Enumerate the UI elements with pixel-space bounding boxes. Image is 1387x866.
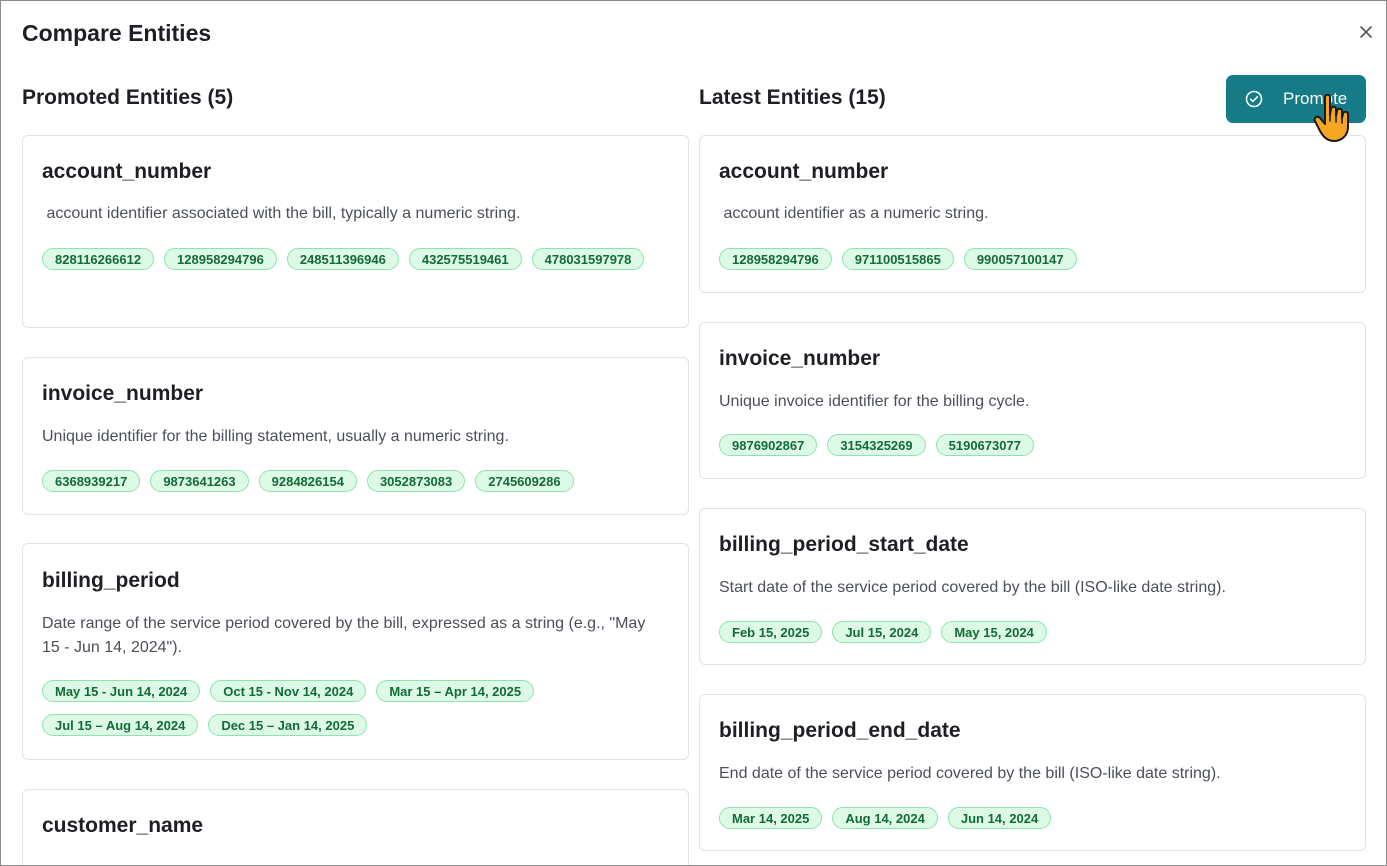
entity-description: End date of the service period covered b… (719, 765, 1221, 782)
value-chip: 828116266612 (42, 248, 155, 270)
value-chip: 990057100147 (963, 248, 1077, 270)
entity-values: Feb 15, 2025 Jul 15, 2024 May 15, 2024 (719, 621, 1345, 643)
value-chip: 128958294796 (719, 248, 832, 270)
value-chip: Aug 14, 2024 (832, 807, 938, 829)
promote-button-label: Promote (1283, 89, 1348, 108)
value-chip: Jun 14, 2024 (947, 807, 1052, 829)
entity-name: billing_period (42, 569, 180, 592)
entity-values: 9876902867 3154325269 5190673077 (719, 434, 1345, 456)
entity-name: invoice_number (719, 347, 881, 370)
entity-description: Date range of the service period covered… (42, 615, 646, 656)
value-chip: 248511396946 (286, 248, 399, 270)
entity-description: account identifier associated with the b… (42, 205, 521, 222)
latest-entity-card: account_number account identifier as a n… (699, 135, 1366, 293)
promoted-entity-card: invoice_number Unique identifier for the… (22, 357, 689, 515)
promote-button[interactable]: Promote (1226, 75, 1366, 123)
latest-entity-card: billing_period_start_date Start date of … (699, 508, 1366, 665)
value-chip: 128958294796 (164, 248, 277, 270)
latest-entities-heading: Latest Entities (15) (699, 86, 886, 109)
entity-name: account_number (42, 160, 212, 183)
promoted-entity-card: billing_period Date range of the service… (22, 543, 689, 760)
value-chip: Jul 15 – Aug 14, 2024 (42, 714, 199, 736)
promoted-entities-heading: Promoted Entities (5) (22, 86, 234, 109)
entity-values: Mar 14, 2025 Aug 14, 2024 Jun 14, 2024 (719, 807, 1345, 829)
value-chip: Dec 15 – Jan 14, 2025 (208, 714, 368, 736)
value-chip: 5190673077 (935, 434, 1034, 456)
value-chip: 2745609286 (475, 470, 574, 492)
value-chip: 9876902867 (719, 434, 818, 456)
entity-name: customer_name (42, 814, 204, 837)
entity-name: billing_period_start_date (719, 533, 969, 556)
value-chip: 9284826154 (258, 470, 357, 492)
value-chip: 3052873083 (366, 470, 466, 492)
entity-name: account_number (719, 160, 889, 183)
entity-values: 128958294796 971100515865 990057100147 (719, 248, 1345, 270)
latest-entity-card: invoice_number Unique invoice identifier… (699, 322, 1366, 479)
value-chip: Mar 14, 2025 (719, 807, 823, 829)
value-chip: 9873641263 (150, 470, 249, 492)
value-chip: Mar 15 – Apr 14, 2025 (376, 680, 535, 702)
entity-values: 828116266612 128958294796 248511396946 4… (42, 248, 668, 270)
value-chip: May 15 - Jun 14, 2024 (42, 680, 201, 702)
entity-description: Unique invoice identifier for the billin… (719, 393, 1030, 410)
latest-entity-card: billing_period_end_date End date of the … (699, 694, 1366, 851)
promoted-entity-card: account_number account identifier associ… (22, 135, 689, 328)
value-chip: 478031597978 (531, 248, 645, 270)
entity-values: 6368939217 9873641263 9284826154 3052873… (42, 470, 668, 492)
compare-entities-dialog: Compare Entities Promoted Entities (5) a… (0, 0, 1387, 866)
check-circle-icon (1245, 90, 1263, 108)
dialog-title: Compare Entities (22, 20, 212, 46)
entity-description: Unique identifier for the billing statem… (42, 428, 509, 445)
value-chip: Oct 15 - Nov 14, 2024 (210, 680, 367, 702)
entity-description: account identifier as a numeric string. (719, 205, 989, 222)
close-icon[interactable] (1357, 23, 1375, 41)
entity-name: invoice_number (42, 382, 204, 405)
value-chip: May 15, 2024 (941, 621, 1047, 643)
value-chip: 6368939217 (42, 470, 141, 492)
entity-description: Start date of the service period covered… (719, 579, 1226, 596)
promoted-entity-card: customer_name (22, 789, 689, 865)
value-chip: Jul 15, 2024 (832, 621, 932, 643)
entity-name: billing_period_end_date (719, 719, 961, 742)
value-chip: Feb 15, 2025 (719, 621, 823, 643)
value-chip: 3154325269 (827, 434, 926, 456)
value-chip: 971100515865 (841, 248, 954, 270)
value-chip: 432575519461 (408, 248, 522, 270)
entity-values: May 15 - Jun 14, 2024 Oct 15 - Nov 14, 2… (42, 680, 668, 736)
